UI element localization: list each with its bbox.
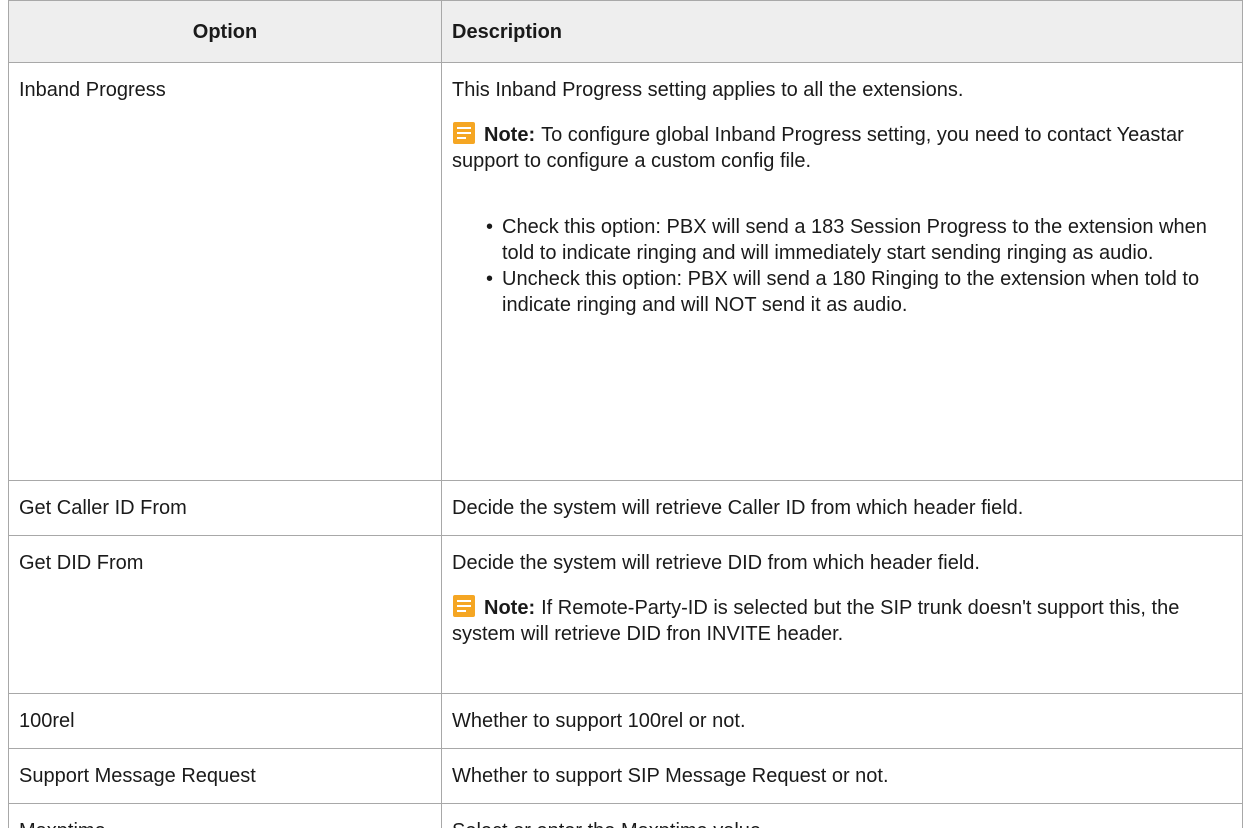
note: Note: To configure global Inband Progress… bbox=[452, 121, 1232, 174]
note-text: To configure global Inband Progress sett… bbox=[452, 124, 1184, 172]
page: Option Description Inband Progress This … bbox=[0, 0, 1249, 828]
description-text: Decide the system will retrieve DID from… bbox=[452, 552, 980, 574]
description-cell: Decide the system will retrieve Caller I… bbox=[441, 480, 1243, 536]
option-cell: Support Message Request bbox=[8, 748, 442, 804]
table-row: Support Message Request Whether to suppo… bbox=[8, 748, 1243, 804]
option-cell: Inband Progress bbox=[8, 62, 442, 481]
table-row: 100rel Whether to support 100rel or not. bbox=[8, 693, 1243, 749]
list-item: Uncheck this option: PBX will send a 180… bbox=[486, 266, 1232, 318]
note-icon bbox=[453, 122, 475, 144]
note-text: If Remote-Party-ID is selected but the S… bbox=[452, 597, 1180, 645]
description-cell: Whether to support SIP Message Request o… bbox=[441, 748, 1243, 804]
description-cell: Decide the system will retrieve DID from… bbox=[441, 535, 1243, 694]
header-description: Description bbox=[441, 0, 1243, 63]
options-table: Option Description Inband Progress This … bbox=[8, 0, 1243, 828]
table-row: Maxptime Select or enter the Maxptime va… bbox=[8, 803, 1243, 828]
option-cell: Maxptime bbox=[8, 803, 442, 828]
note-label: Note: bbox=[484, 124, 536, 146]
bullet-list: Check this option: PBX will send a 183 S… bbox=[452, 214, 1232, 318]
table-row: Inband Progress This Inband Progress set… bbox=[8, 62, 1243, 481]
option-cell: Get DID From bbox=[8, 535, 442, 694]
description-cell: Select or enter the Maxptime value. bbox=[441, 803, 1243, 828]
header-option: Option bbox=[8, 0, 442, 63]
table-row: Get Caller ID From Decide the system wil… bbox=[8, 480, 1243, 536]
list-item: Check this option: PBX will send a 183 S… bbox=[486, 214, 1232, 266]
description-cell: Whether to support 100rel or not. bbox=[441, 693, 1243, 749]
option-cell: Get Caller ID From bbox=[8, 480, 442, 536]
note: Note: If Remote-Party-ID is selected but … bbox=[452, 594, 1232, 647]
table-row: Get DID From Decide the system will retr… bbox=[8, 535, 1243, 694]
table-header-row: Option Description bbox=[8, 0, 1243, 63]
note-icon bbox=[453, 595, 475, 617]
description-text: This Inband Progress setting applies to … bbox=[452, 79, 964, 101]
note-label: Note: bbox=[484, 597, 536, 619]
description-cell: This Inband Progress setting applies to … bbox=[441, 62, 1243, 481]
option-cell: 100rel bbox=[8, 693, 442, 749]
